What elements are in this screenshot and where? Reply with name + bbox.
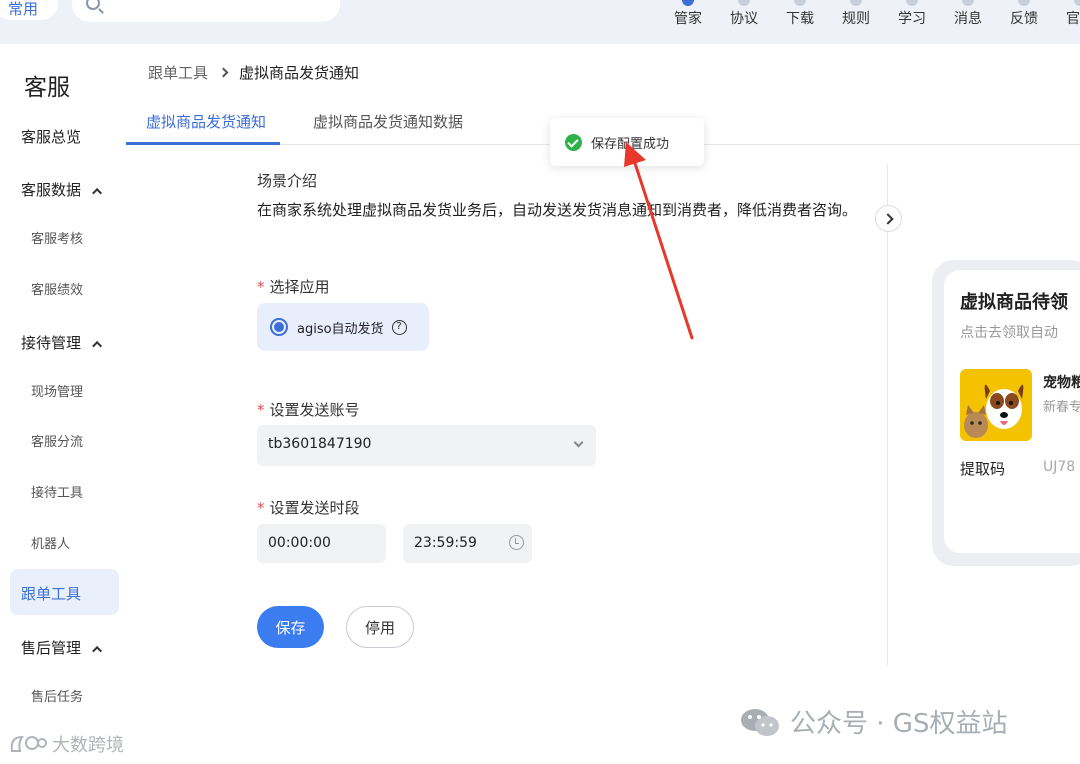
watermark-left-text: 大数跨境 bbox=[52, 735, 124, 756]
help-icon[interactable]: ? bbox=[391, 319, 407, 335]
scene-description: 在商家系统处理虚拟商品发货业务后，自动发送发货消息通知到消费者，降低消费者咨询。 bbox=[257, 201, 858, 219]
required-mark: * bbox=[257, 278, 265, 296]
tab-shipping-notice-data[interactable]: 虚拟商品发货通知数据 bbox=[313, 111, 463, 132]
nav-item-manager[interactable]: 管家 bbox=[660, 0, 716, 28]
common-menu-button[interactable]: 常用 bbox=[0, 0, 58, 20]
sidebar-group-label: 接待管理 bbox=[21, 334, 82, 352]
nav-item-learn[interactable]: 学习 bbox=[884, 0, 940, 28]
sidebar-item-assessment[interactable]: 客服考核 bbox=[31, 228, 83, 247]
chevron-right-icon[interactable] bbox=[875, 205, 902, 232]
panel-divider bbox=[887, 165, 888, 665]
sidebar-item-robot[interactable]: 机器人 bbox=[31, 533, 70, 552]
search-icon bbox=[86, 0, 100, 10]
pet-illustration bbox=[964, 384, 1024, 438]
sidebar-group-reception[interactable]: 接待管理 bbox=[21, 332, 103, 353]
product-tag: 新春专 bbox=[1043, 400, 1080, 415]
end-time-value: 23:59:59 bbox=[414, 535, 477, 551]
code-label: 提取码 bbox=[960, 460, 1006, 478]
sidebar-title: 客服 bbox=[24, 75, 70, 101]
sidebar-group-aftersale[interactable]: 售后管理 bbox=[21, 637, 103, 658]
sidebar-group-data[interactable]: 客服数据 bbox=[21, 179, 103, 200]
preview-subtitle: 点击去领取自动 bbox=[960, 325, 1058, 341]
wechat-icon bbox=[741, 708, 779, 736]
chevron-down-icon bbox=[573, 437, 584, 448]
disable-button[interactable]: 停用 bbox=[346, 606, 414, 648]
nav-item-official[interactable]: 官方 bbox=[1052, 0, 1080, 28]
chevron-up-icon bbox=[92, 340, 103, 351]
scene-title: 场景介绍 bbox=[257, 172, 318, 190]
account-select-value: tb3601847190 bbox=[268, 436, 372, 452]
annotation-arrow bbox=[624, 142, 694, 340]
radio-selected-icon[interactable] bbox=[270, 318, 288, 336]
search-input[interactable] bbox=[72, 0, 340, 22]
nav-item-messages[interactable]: 消息 bbox=[940, 0, 996, 28]
check-circle-icon bbox=[565, 133, 582, 151]
required-mark: * bbox=[257, 401, 265, 419]
watermark-wechat: 公众号 · GS权益站 bbox=[740, 703, 1007, 740]
sidebar-item-overview[interactable]: 客服总览 bbox=[21, 126, 81, 147]
sidebar-group-label: 售后管理 bbox=[21, 639, 82, 657]
app-option-label: agiso自动发货 bbox=[297, 321, 384, 337]
chevron-right-icon bbox=[218, 67, 229, 78]
top-bar: 常用 管家 协议 下载 规则 学习 消息 反馈 官方 bbox=[0, 0, 1080, 44]
chevron-up-icon bbox=[92, 187, 103, 198]
watermark-left: 大数跨境 bbox=[8, 731, 124, 757]
nav-item-agreement[interactable]: 协议 bbox=[716, 0, 772, 28]
tab-active-indicator bbox=[126, 142, 280, 145]
app-label: * 选择应用 bbox=[257, 276, 330, 297]
nav-item-download[interactable]: 下载 bbox=[772, 0, 828, 28]
nav-item-feedback[interactable]: 反馈 bbox=[996, 0, 1052, 28]
preview-title: 虚拟商品待领 bbox=[960, 292, 1068, 313]
sidebar-item-tools[interactable]: 接待工具 bbox=[31, 482, 83, 501]
arrow-head bbox=[624, 142, 646, 167]
top-nav: 管家 协议 下载 规则 学习 消息 反馈 官方 bbox=[660, 0, 1080, 28]
code-value: UJ78 bbox=[1043, 459, 1076, 475]
product-image bbox=[960, 369, 1032, 441]
product-name: 宠物粮 bbox=[1043, 375, 1080, 391]
account-label-text: 设置发送账号 bbox=[269, 401, 360, 419]
arrow-shaft bbox=[630, 152, 694, 340]
preview-card: 虚拟商品待领 点击去领取自动 宠物粮 新春专 提取码 UJ78 bbox=[944, 270, 1080, 553]
tab-shipping-notice[interactable]: 虚拟商品发货通知 bbox=[146, 111, 266, 132]
end-time-input[interactable]: 23:59:59 bbox=[403, 524, 532, 563]
watermark-right-text: 公众号 · GS权益站 bbox=[790, 709, 1008, 739]
required-mark: * bbox=[257, 499, 265, 517]
brand-logo-icon bbox=[10, 735, 47, 752]
nav-item-rules[interactable]: 规则 bbox=[828, 0, 884, 28]
period-label: * 设置发送时段 bbox=[257, 497, 360, 518]
sidebar-item-diversion[interactable]: 客服分流 bbox=[31, 431, 83, 450]
app-option-agiso[interactable]: agiso自动发货 ? bbox=[257, 303, 429, 351]
sidebar-item-aftersale-task[interactable]: 售后任务 bbox=[31, 686, 83, 705]
breadcrumb: 跟单工具 虚拟商品发货通知 bbox=[148, 62, 359, 83]
start-time-value: 00:00:00 bbox=[268, 535, 331, 551]
account-select[interactable]: tb3601847190 bbox=[257, 425, 596, 466]
breadcrumb-current: 虚拟商品发货通知 bbox=[239, 64, 360, 82]
account-label: * 设置发送账号 bbox=[257, 399, 360, 420]
sidebar-item-onsite[interactable]: 现场管理 bbox=[31, 381, 83, 400]
sidebar: 客服 客服总览 客服数据 客服考核 客服绩效 接待管理 现场管理 客服分流 接待… bbox=[0, 44, 130, 764]
save-button[interactable]: 保存 bbox=[257, 606, 324, 648]
breadcrumb-parent[interactable]: 跟单工具 bbox=[148, 62, 208, 83]
chevron-up-icon bbox=[92, 645, 103, 656]
sidebar-item-tracking[interactable]: 跟单工具 bbox=[10, 569, 119, 615]
app-label-text: 选择应用 bbox=[269, 278, 330, 296]
start-time-input[interactable]: 00:00:00 bbox=[257, 524, 386, 563]
sidebar-item-performance[interactable]: 客服绩效 bbox=[31, 279, 83, 298]
clock-icon[interactable] bbox=[509, 535, 524, 550]
sidebar-group-label: 客服数据 bbox=[21, 181, 82, 199]
period-label-text: 设置发送时段 bbox=[269, 499, 360, 517]
